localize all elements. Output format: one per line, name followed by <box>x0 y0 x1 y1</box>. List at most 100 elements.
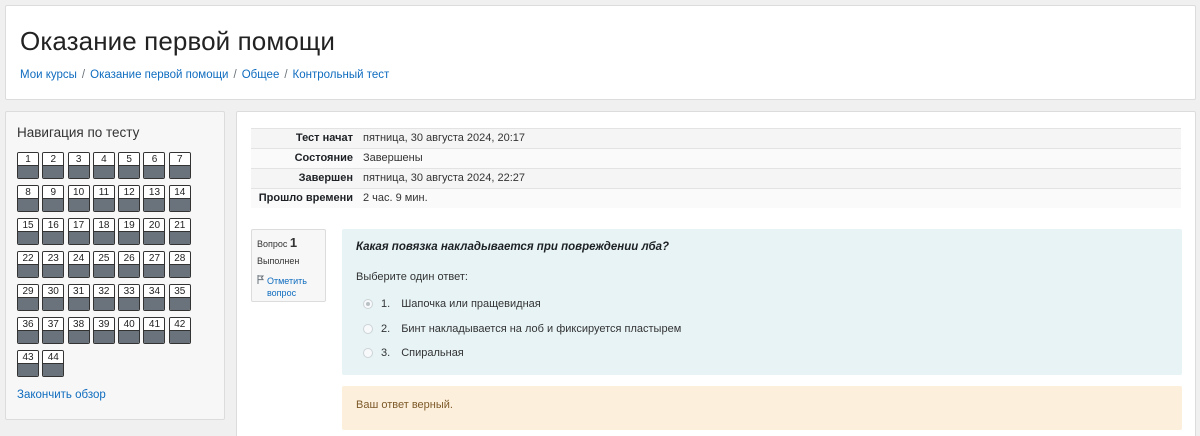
quiz-nav-button[interactable]: 35 <box>168 284 191 311</box>
attempt-summary-table: Тест начат пятница, 30 августа 2024, 20:… <box>251 128 1181 208</box>
breadcrumb-section[interactable]: Общее <box>242 69 280 81</box>
answer-number: 3. <box>381 347 391 360</box>
breadcrumb: Мои курсы / Оказание первой помощи / Общ… <box>20 69 389 81</box>
question-formulation: Какая повязка накладывается при поврежде… <box>342 229 1182 375</box>
quiz-nav-button[interactable]: 11 <box>92 185 115 212</box>
quiz-nav-button[interactable]: 1 <box>17 152 39 179</box>
question-number: 1 <box>289 235 298 250</box>
quiz-nav-number: 7 <box>169 153 190 166</box>
quiz-nav-button[interactable]: 37 <box>42 317 65 344</box>
answer-radio[interactable] <box>363 348 373 359</box>
question-state: Выполнен <box>257 256 300 266</box>
quiz-nav-button[interactable]: 44 <box>42 350 65 377</box>
quiz-nav-state-indicator <box>119 265 140 277</box>
quiz-nav-button[interactable]: 23 <box>42 251 65 278</box>
quiz-nav-button[interactable]: 18 <box>92 218 115 245</box>
quiz-nav-button[interactable]: 19 <box>118 218 141 245</box>
quiz-nav-number: 1 <box>18 153 38 166</box>
flag-question-link[interactable]: Отметить вопрос <box>257 275 320 299</box>
quiz-nav-button[interactable]: 32 <box>92 284 115 311</box>
breadcrumb-quiz[interactable]: Контрольный тест <box>293 69 390 81</box>
quiz-nav-number: 17 <box>68 219 89 232</box>
quiz-nav-button[interactable]: 31 <box>67 284 90 311</box>
quiz-nav-number: 5 <box>119 153 140 166</box>
quiz-nav-state-indicator <box>18 166 38 178</box>
quiz-nav-button[interactable]: 36 <box>17 317 39 344</box>
quiz-nav-state-indicator <box>93 232 114 244</box>
quiz-nav-number: 11 <box>93 186 114 199</box>
quiz-nav-number: 4 <box>93 153 114 166</box>
quiz-nav-state-indicator <box>68 199 89 211</box>
quiz-nav-button[interactable]: 42 <box>168 317 191 344</box>
quiz-nav-state-indicator <box>169 331 190 343</box>
quiz-nav-button[interactable]: 34 <box>143 284 166 311</box>
quiz-nav-button[interactable]: 13 <box>143 185 166 212</box>
breadcrumb-course[interactable]: Оказание первой помощи <box>90 69 228 81</box>
quiz-nav-number: 30 <box>43 285 64 298</box>
quiz-nav-button[interactable]: 38 <box>67 317 90 344</box>
answer-option: 2. Бинт накладывается на лоб и фиксирует… <box>356 317 1168 342</box>
quiz-nav-button[interactable]: 25 <box>92 251 115 278</box>
quiz-nav-button[interactable]: 15 <box>17 218 39 245</box>
answer-option: 3. Спиральная <box>356 341 1168 366</box>
quiz-nav-state-indicator <box>18 232 38 244</box>
quiz-nav-button[interactable]: 20 <box>143 218 166 245</box>
quiz-nav-number: 28 <box>169 252 190 265</box>
quiz-nav-button[interactable]: 24 <box>67 251 90 278</box>
quiz-nav-number: 42 <box>169 318 190 331</box>
quiz-nav-button[interactable]: 12 <box>118 185 141 212</box>
quiz-nav-button[interactable]: 3 <box>67 152 90 179</box>
quiz-nav-state-indicator <box>119 331 140 343</box>
quiz-nav-button[interactable]: 40 <box>118 317 141 344</box>
quiz-nav-state-indicator <box>144 298 165 310</box>
breadcrumb-my-courses[interactable]: Мои курсы <box>20 69 77 81</box>
quiz-nav-button[interactable]: 16 <box>42 218 65 245</box>
quiz-nav-button[interactable]: 21 <box>168 218 191 245</box>
quiz-nav-number: 2 <box>43 153 64 166</box>
quiz-nav-state-indicator <box>119 166 140 178</box>
finish-review-link[interactable]: Закончить обзор <box>17 389 106 401</box>
quiz-nav-state-indicator <box>68 331 89 343</box>
quiz-nav-number: 33 <box>119 285 140 298</box>
quiz-nav-state-indicator <box>93 199 114 211</box>
quiz-nav-state-indicator <box>68 232 89 244</box>
quiz-nav-state-indicator <box>68 166 89 178</box>
quiz-nav-state-indicator <box>144 232 165 244</box>
quiz-nav-button[interactable]: 27 <box>143 251 166 278</box>
quiz-nav-button[interactable]: 14 <box>168 185 191 212</box>
quiz-nav-button[interactable]: 10 <box>67 185 90 212</box>
answer-radio[interactable] <box>363 299 373 310</box>
quiz-nav-state-indicator <box>18 199 38 211</box>
quiz-nav-state-indicator <box>18 331 38 343</box>
quiz-nav-button[interactable]: 17 <box>67 218 90 245</box>
quiz-nav-number: 19 <box>119 219 140 232</box>
quiz-nav-button[interactable]: 22 <box>17 251 39 278</box>
quiz-nav-state-indicator <box>119 232 140 244</box>
quiz-nav-button[interactable]: 8 <box>17 185 39 212</box>
quiz-nav-button[interactable]: 5 <box>118 152 141 179</box>
quiz-nav-button[interactable]: 29 <box>17 284 39 311</box>
quiz-nav-button[interactable]: 26 <box>118 251 141 278</box>
quiz-nav-state-indicator <box>169 166 190 178</box>
quiz-nav-button[interactable]: 6 <box>143 152 166 179</box>
quiz-nav-number: 37 <box>43 318 64 331</box>
quiz-nav-button[interactable]: 41 <box>143 317 166 344</box>
quiz-nav-button[interactable]: 43 <box>17 350 39 377</box>
answer-text: Шапочка или пращевидная <box>401 298 541 311</box>
quiz-nav-number: 32 <box>93 285 114 298</box>
quiz-nav-button[interactable]: 39 <box>92 317 115 344</box>
quiz-nav-button[interactable]: 9 <box>42 185 65 212</box>
quiz-nav-button[interactable]: 4 <box>92 152 115 179</box>
quiz-nav-number: 23 <box>43 252 64 265</box>
answer-radio[interactable] <box>363 323 373 334</box>
quiz-nav-number: 16 <box>43 219 64 232</box>
quiz-nav-button[interactable]: 33 <box>118 284 141 311</box>
quiz-nav-number: 43 <box>18 351 38 364</box>
answer-text: Бинт накладывается на лоб и фиксируется … <box>401 322 682 335</box>
quiz-nav-button[interactable]: 2 <box>42 152 65 179</box>
answer-number: 2. <box>381 322 391 335</box>
quiz-nav-button[interactable]: 28 <box>168 251 191 278</box>
summary-value-state: Завершены <box>358 148 1181 169</box>
quiz-nav-button[interactable]: 30 <box>42 284 65 311</box>
quiz-nav-button[interactable]: 7 <box>168 152 191 179</box>
